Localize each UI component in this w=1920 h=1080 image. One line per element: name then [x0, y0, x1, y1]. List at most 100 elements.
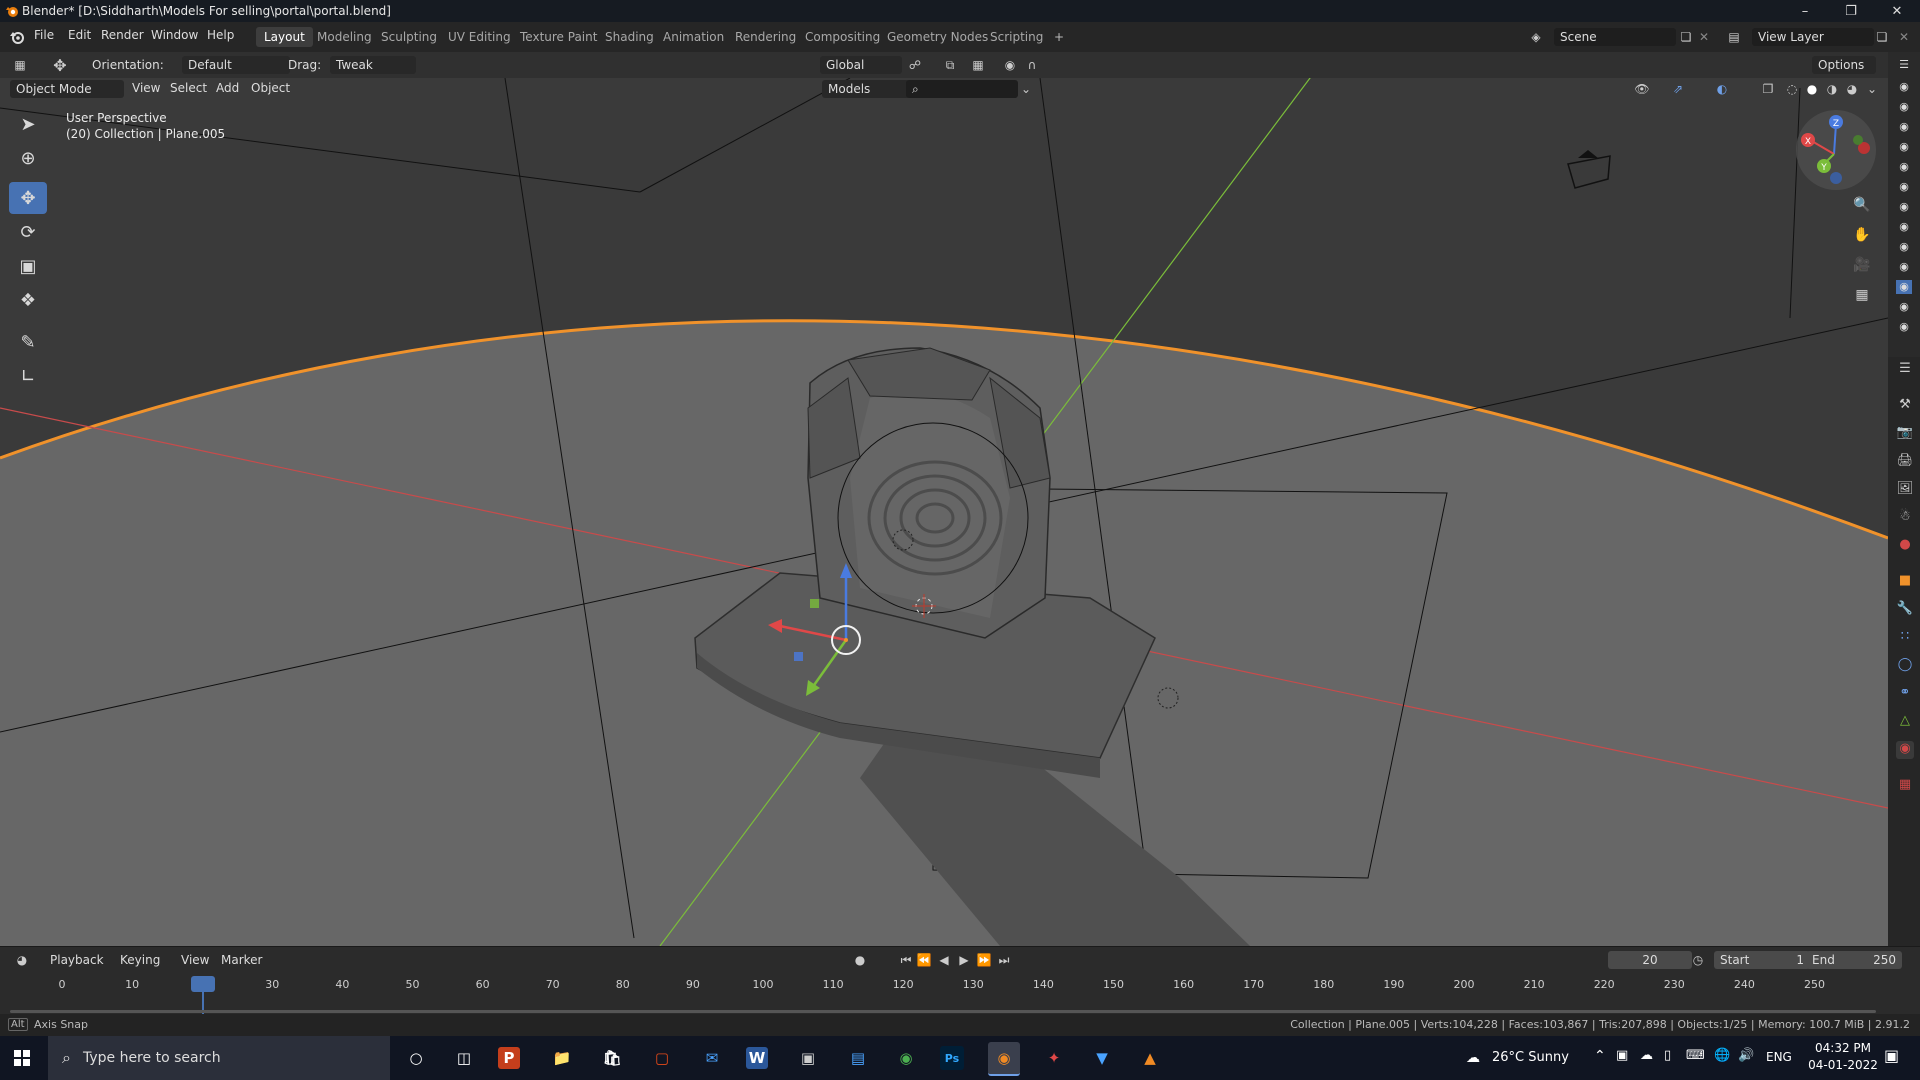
constraints-properties-icon[interactable]: ⚭ [1896, 685, 1914, 703]
snap-target-icon[interactable]: ▦ [968, 56, 988, 74]
file-explorer-icon[interactable]: 📁 [546, 1042, 578, 1074]
view-layer-field[interactable]: View Layer [1752, 28, 1874, 46]
render-toggle-icon[interactable]: ◉ [1896, 80, 1912, 94]
language-indicator[interactable]: ENG [1766, 1050, 1792, 1064]
keyboard-icon[interactable]: ⌨ [1686, 1048, 1705, 1063]
annotate-tool[interactable]: ✎ [9, 326, 47, 358]
menu-window[interactable]: Window [151, 28, 198, 42]
mode-dropdown[interactable]: Object Mode [10, 80, 124, 98]
render-properties-icon[interactable]: 📷 [1896, 425, 1914, 443]
physics-properties-icon[interactable]: ◯ [1896, 657, 1914, 675]
store-icon[interactable]: 🛍 [596, 1042, 628, 1074]
cursor-tool[interactable]: ⊕ [9, 142, 47, 174]
object-menu[interactable]: Object [251, 81, 290, 95]
editor-type-icon[interactable]: ▦ [10, 56, 30, 74]
render-toggle-icon[interactable]: ◉ [1896, 300, 1912, 314]
marker-menu[interactable]: Marker [221, 953, 262, 967]
tab-compositing[interactable]: Compositing [797, 27, 888, 47]
select-menu[interactable]: Select [170, 81, 207, 95]
auto-keying-icon[interactable]: ● [850, 951, 870, 969]
close-button[interactable]: ✕ [1874, 0, 1920, 22]
windows-start-icon[interactable] [14, 1050, 30, 1066]
render-toggle-icon[interactable]: ◉ [1896, 160, 1912, 174]
move-tool[interactable]: ✥ [9, 182, 47, 214]
render-toggle-icon[interactable]: ◉ [1896, 320, 1912, 334]
tray-chevron-icon[interactable]: ⌃ [1594, 1048, 1606, 1064]
collection-filter-dropdown[interactable]: Models [822, 80, 910, 98]
render-toggle-icon[interactable]: ◉ [1896, 260, 1912, 274]
chrome-icon[interactable]: ◉ [890, 1042, 922, 1074]
tab-uv-editing[interactable]: UV Editing [440, 27, 519, 47]
tray-app-icon[interactable]: ▣ [1616, 1048, 1628, 1063]
scene-properties-icon[interactable]: ☃ [1896, 509, 1914, 527]
menu-help[interactable]: Help [207, 28, 234, 42]
visibility-icon[interactable]: 👁 [1632, 80, 1652, 98]
shading-options-icon[interactable]: ⌄ [1862, 80, 1882, 98]
camera-view-icon[interactable]: 🎥 [1852, 256, 1872, 274]
3d-viewport[interactable]: Object Mode View Select Add Object Model… [0, 78, 1888, 946]
menu-render[interactable]: Render [101, 28, 144, 42]
tab-texture-paint[interactable]: Texture Paint [512, 27, 605, 47]
falloff-icon[interactable]: ∩ [1022, 56, 1042, 74]
weather-text[interactable]: 26°C Sunny [1492, 1050, 1569, 1065]
properties-editor-icon[interactable]: ☰ [1896, 361, 1914, 379]
current-frame-field[interactable]: 20 [1608, 951, 1692, 969]
filter-dropdown-icon[interactable]: ⌄ [1016, 80, 1036, 98]
clock-time[interactable]: 04:32 PM [1808, 1041, 1878, 1055]
jump-start-icon[interactable]: ⏮ [896, 951, 916, 969]
render-toggle-icon[interactable]: ◉ [1896, 200, 1912, 214]
word-icon[interactable]: W [746, 1047, 768, 1069]
gizmo-toggle-icon[interactable]: ⇗ [1668, 80, 1688, 98]
pan-hand-icon[interactable]: ✋ [1852, 226, 1872, 244]
playhead[interactable] [191, 976, 215, 992]
render-toggle-icon[interactable]: ◉ [1896, 180, 1912, 194]
scene-selector-icon[interactable]: ◈ [1526, 28, 1546, 46]
select-box-tool[interactable]: ➤ [9, 108, 47, 140]
jump-end-icon[interactable]: ⏭ [994, 951, 1014, 969]
tool-properties-icon[interactable]: ⚒ [1896, 397, 1914, 415]
orientation-dropdown[interactable]: Default [182, 56, 290, 74]
transform-tool[interactable]: ❖ [9, 284, 47, 316]
render-toggle-icon[interactable]: ◉ [1896, 140, 1912, 154]
jump-keyframe-forward-icon[interactable]: ⏩ [974, 951, 994, 969]
add-workspace-button[interactable]: + [1046, 27, 1072, 47]
app-icon[interactable]: ▣ [792, 1042, 824, 1074]
timeline-editor-icon[interactable]: ◕ [12, 951, 32, 969]
render-toggle-icon[interactable]: ◉ [1896, 100, 1912, 114]
snap-icon[interactable]: ⧉ [940, 56, 960, 74]
view-layer-icon[interactable]: ▤ [1724, 28, 1744, 46]
pivot-point-icon[interactable]: ☍ [905, 56, 925, 74]
menu-edit[interactable]: Edit [68, 28, 91, 42]
task-view-icon[interactable]: ◫ [448, 1042, 480, 1074]
tab-animation[interactable]: Animation [655, 27, 732, 47]
material-shading-icon[interactable]: ◑ [1822, 80, 1842, 98]
network-icon[interactable]: 🌐 [1714, 1048, 1730, 1063]
remove-view-layer-icon[interactable]: ✕ [1894, 28, 1914, 46]
volume-icon[interactable]: 🔊 [1738, 1048, 1754, 1063]
rotate-tool[interactable]: ⟳ [9, 216, 47, 248]
photoshop-icon[interactable]: Ps [940, 1046, 964, 1070]
data-properties-icon[interactable]: △ [1896, 713, 1914, 731]
app-icon[interactable]: ✦ [1038, 1042, 1070, 1074]
tab-sculpting[interactable]: Sculpting [373, 27, 445, 47]
jump-keyframe-back-icon[interactable]: ⏪ [914, 951, 934, 969]
end-frame-field[interactable]: End 250 [1806, 951, 1902, 969]
transform-orientation-dropdown[interactable]: Global [820, 56, 902, 74]
play-icon[interactable]: ▶ [954, 951, 974, 969]
app-icon[interactable]: ▤ [842, 1042, 874, 1074]
powerpoint-icon[interactable]: P [498, 1047, 520, 1069]
playback-menu[interactable]: Playback [44, 951, 110, 969]
cortana-icon[interactable]: ○ [400, 1042, 432, 1074]
vlc-icon[interactable]: ▲ [1134, 1042, 1166, 1074]
keying-menu[interactable]: Keying [114, 951, 166, 969]
blender-taskbar-icon[interactable]: ◉ [988, 1042, 1020, 1076]
overlays-icon[interactable]: ◐ [1712, 80, 1732, 98]
minimize-button[interactable]: – [1782, 0, 1828, 22]
vscode-icon[interactable]: ▼ [1086, 1042, 1118, 1074]
texture-properties-icon[interactable]: ▦ [1896, 777, 1914, 795]
render-toggle-icon[interactable]: ◉ [1896, 280, 1912, 294]
new-view-layer-icon[interactable]: ❏ [1872, 28, 1892, 46]
drag-dropdown[interactable]: Tweak [330, 56, 416, 74]
render-toggle-icon[interactable]: ◉ [1896, 120, 1912, 134]
remove-scene-icon[interactable]: ✕ [1694, 28, 1714, 46]
